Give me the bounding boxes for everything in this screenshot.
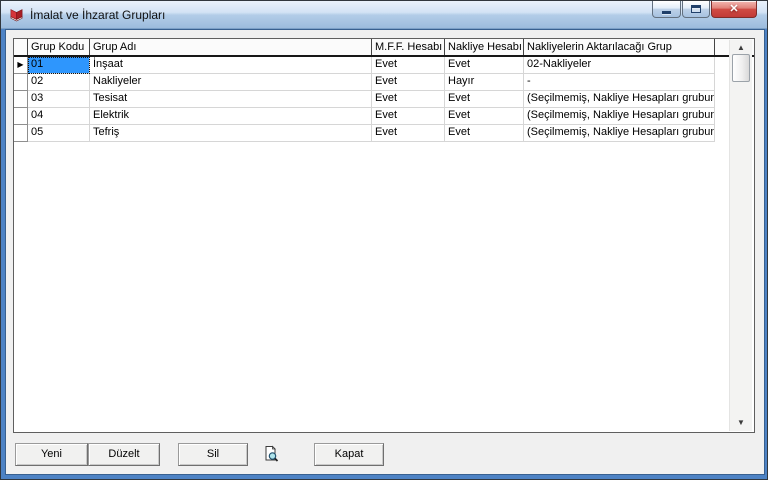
row-indicator	[14, 91, 28, 108]
cell-aktarilacagi-grup[interactable]: 02-Nakliyeler	[524, 57, 715, 74]
table-row[interactable]: 04 Elektrik Evet Evet (Seçilmemiş, Nakli…	[14, 108, 754, 125]
table-row[interactable]: 02 Nakliyeler Evet Hayır -	[14, 74, 754, 91]
minimize-button[interactable]	[652, 1, 681, 18]
minimize-icon	[662, 11, 671, 14]
cell-grup-kodu[interactable]: 03	[28, 91, 90, 108]
grid-header-row: Grup Kodu Grup Adı M.F.F. Hesabı Nakliye…	[14, 39, 754, 57]
cell-grup-kodu[interactable]: 01	[28, 57, 90, 74]
cell-nakliye-hesabi[interactable]: Evet	[445, 57, 524, 74]
column-header-grup-adi[interactable]: Grup Adı	[90, 39, 372, 55]
duzelt-button[interactable]: Düzelt	[88, 443, 160, 466]
cell-mff-hesabi[interactable]: Evet	[372, 74, 445, 91]
scrollbar-thumb[interactable]	[732, 54, 750, 82]
cell-grup-adi[interactable]: Tesisat	[90, 91, 372, 108]
row-indicator	[14, 125, 28, 142]
row-indicator-icon: ▶	[17, 61, 23, 69]
close-icon: ✕	[729, 2, 738, 17]
row-indicator	[14, 74, 28, 91]
maximize-icon	[691, 5, 701, 13]
window-controls: ✕	[651, 1, 757, 18]
column-header-nakliye-hesabi[interactable]: Nakliye Hesabı	[445, 39, 524, 55]
document-magnifier-icon	[262, 450, 280, 467]
cell-mff-hesabi[interactable]: Evet	[372, 108, 445, 125]
column-header-nakliyelerin-aktarilacagi-grup[interactable]: Nakliyelerin Aktarılacağı Grup	[524, 39, 715, 55]
cell-nakliye-hesabi[interactable]: Evet	[445, 91, 524, 108]
cell-aktarilacagi-grup[interactable]: -	[524, 74, 715, 91]
cell-grup-kodu[interactable]: 02	[28, 74, 90, 91]
column-header-grup-kodu[interactable]: Grup Kodu	[28, 39, 90, 55]
red-book-icon	[9, 7, 24, 22]
maximize-button[interactable]	[682, 1, 710, 18]
cell-mff-hesabi[interactable]: Evet	[372, 125, 445, 142]
cell-mff-hesabi[interactable]: Evet	[372, 57, 445, 74]
table-row[interactable]: ▶ 01 İnşaat Evet Evet 02-Nakliyeler	[14, 57, 754, 74]
cell-nakliye-hesabi[interactable]: Evet	[445, 108, 524, 125]
client-area: Grup Kodu Grup Adı M.F.F. Hesabı Nakliye…	[5, 29, 765, 475]
cell-grup-adi[interactable]: Elektrik	[90, 108, 372, 125]
cell-aktarilacagi-grup[interactable]: (Seçilmemiş, Nakliye Hesapları grubun ke…	[524, 91, 715, 108]
cell-mff-hesabi[interactable]: Evet	[372, 91, 445, 108]
cell-grup-kodu[interactable]: 04	[28, 108, 90, 125]
row-indicator	[14, 108, 28, 125]
close-button[interactable]: ✕	[711, 1, 757, 18]
table-row[interactable]: 05 Tefriş Evet Evet (Seçilmemiş, Nakliye…	[14, 125, 754, 142]
cell-grup-adi[interactable]: İnşaat	[90, 57, 372, 74]
yeni-button[interactable]: Yeni	[15, 443, 88, 466]
cell-aktarilacagi-grup[interactable]: (Seçilmemiş, Nakliye Hesapları grubun ke…	[524, 125, 715, 142]
kapat-button[interactable]: Kapat	[314, 443, 384, 466]
cell-grup-adi[interactable]: Nakliyeler	[90, 74, 372, 91]
table-row[interactable]: 03 Tesisat Evet Evet (Seçilmemiş, Nakliy…	[14, 91, 754, 108]
cell-nakliye-hesabi[interactable]: Hayır	[445, 74, 524, 91]
row-indicator: ▶	[14, 57, 28, 74]
scroll-up-icon[interactable]: ▲	[730, 44, 752, 52]
app-window: İmalat ve İhzarat Grupları ✕ Grup Kodu G…	[0, 0, 768, 480]
cell-grup-kodu[interactable]: 05	[28, 125, 90, 142]
indicator-column-header	[14, 39, 28, 55]
column-header-mff-hesabi[interactable]: M.F.F. Hesabı	[372, 39, 445, 55]
cell-grup-adi[interactable]: Tefriş	[90, 125, 372, 142]
scroll-down-icon[interactable]: ▼	[730, 419, 752, 427]
vertical-scrollbar[interactable]: ▲ ▼	[729, 40, 752, 431]
data-grid: Grup Kodu Grup Adı M.F.F. Hesabı Nakliye…	[13, 38, 755, 433]
sil-button[interactable]: Sil	[178, 443, 248, 466]
window-title: İmalat ve İhzarat Grupları	[30, 8, 165, 22]
cell-nakliye-hesabi[interactable]: Evet	[445, 125, 524, 142]
preview-button[interactable]	[262, 445, 280, 463]
cell-aktarilacagi-grup[interactable]: (Seçilmemiş, Nakliye Hesapları grubun ke…	[524, 108, 715, 125]
